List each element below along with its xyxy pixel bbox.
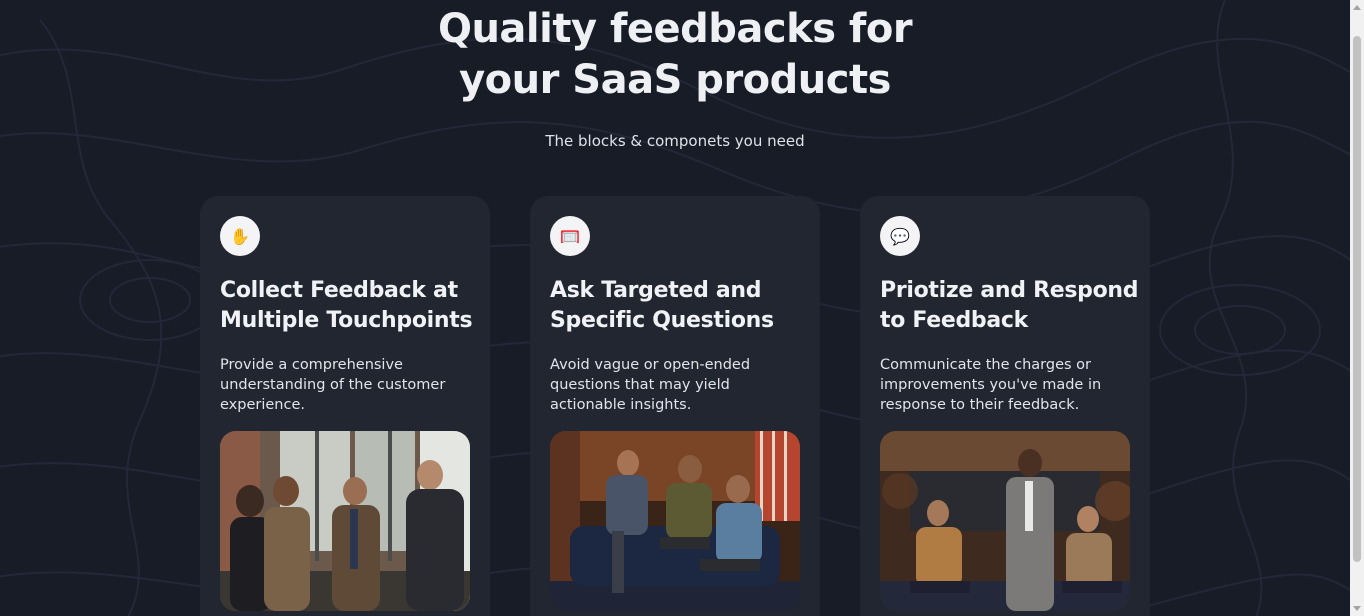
feature-card-photo	[220, 431, 470, 611]
feature-card-photo	[550, 431, 800, 611]
feature-card-description: Communicate the charges or improvements …	[880, 357, 1102, 413]
feature-card-title: Ask Targeted and Specific Questions	[550, 278, 774, 333]
feature-card-description: Avoid vague or open-ended questions that…	[550, 357, 751, 413]
goal-net-icon: 🥅	[550, 216, 590, 256]
feature-card-collect-feedback: ✋ Collect Feedback at Multiple Touchpoin…	[200, 196, 490, 616]
feature-card-targeted-questions: 🥅 Ask Targeted and Specific Questions Av…	[530, 196, 820, 616]
feature-card-prioritize-respond: 💬 Priotize and Respond to Feedback Commu…	[860, 196, 1150, 616]
page-title: Quality feedbacks for your SaaS products	[0, 0, 1350, 106]
feature-card-description: Provide a comprehensive understanding of…	[220, 357, 446, 413]
page-title-line-2: your SaaS products	[459, 57, 891, 103]
vertical-scrollbar[interactable]	[1350, 0, 1364, 616]
feature-card-photo	[880, 431, 1130, 611]
scroll-down-arrow-icon[interactable]	[1353, 606, 1361, 611]
hero-section: Quality feedbacks for your SaaS products…	[0, 0, 1350, 150]
speech-bubble-icon: 💬	[880, 216, 920, 256]
page-subtitle: The blocks & componets you need	[545, 132, 805, 150]
page-title-line-1: Quality feedbacks for	[437, 6, 913, 52]
scrollbar-thumb[interactable]	[1353, 36, 1361, 562]
raised-hand-icon: ✋	[220, 216, 260, 256]
feature-card-title: Priotize and Respond to Feedback	[880, 278, 1139, 333]
feature-card-title: Collect Feedback at Multiple Touchpoints	[220, 278, 473, 333]
page: Quality feedbacks for your SaaS products…	[0, 0, 1364, 616]
scroll-up-arrow-icon[interactable]	[1353, 5, 1361, 10]
